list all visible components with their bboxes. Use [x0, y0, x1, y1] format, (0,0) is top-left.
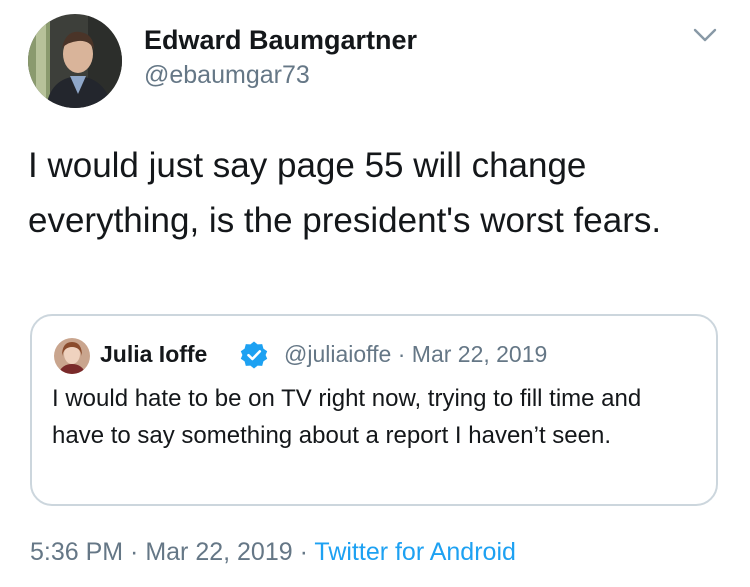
footer-separator: · [123, 538, 146, 566]
quoted-meta: @juliaioffe · Mar 22, 2019 [284, 338, 547, 370]
tweet-date[interactable]: Mar 22, 2019 [145, 538, 292, 566]
quoted-tweet-card[interactable]: Julia Ioffe @juliaioffe · Mar 22, 2019 I… [30, 314, 718, 506]
quoted-tweet-date[interactable]: Mar 22, 2019 [412, 341, 548, 367]
more-options-button[interactable] [688, 18, 722, 52]
quoted-author-display-name[interactable]: Julia Ioffe [100, 338, 207, 370]
footer-separator: · [292, 538, 315, 566]
person-photo-icon [28, 14, 122, 108]
quoted-author-handle[interactable]: @juliaioffe [284, 341, 391, 367]
tweet-text: I would just say page 55 will change eve… [28, 146, 662, 240]
author-handle[interactable]: @ebaumgar73 [144, 59, 310, 91]
author-display-name[interactable]: Edward Baumgartner [144, 23, 417, 57]
quoted-tweet-text: I would hate to be on TV right now, tryi… [52, 385, 642, 449]
author-avatar[interactable] [28, 14, 122, 108]
person-photo-icon [54, 338, 90, 374]
quoted-author-avatar[interactable] [54, 338, 90, 374]
verified-badge-icon [240, 341, 268, 369]
chevron-down-icon [693, 28, 717, 42]
tweet-source-link[interactable]: Twitter for Android [314, 538, 515, 566]
tweet-time[interactable]: 5:36 PM [30, 538, 123, 566]
tweet-footer: 5:36 PM · Mar 22, 2019 · Twitter for And… [30, 535, 516, 569]
meta-separator: · [391, 341, 412, 367]
verified-badge [239, 340, 269, 370]
